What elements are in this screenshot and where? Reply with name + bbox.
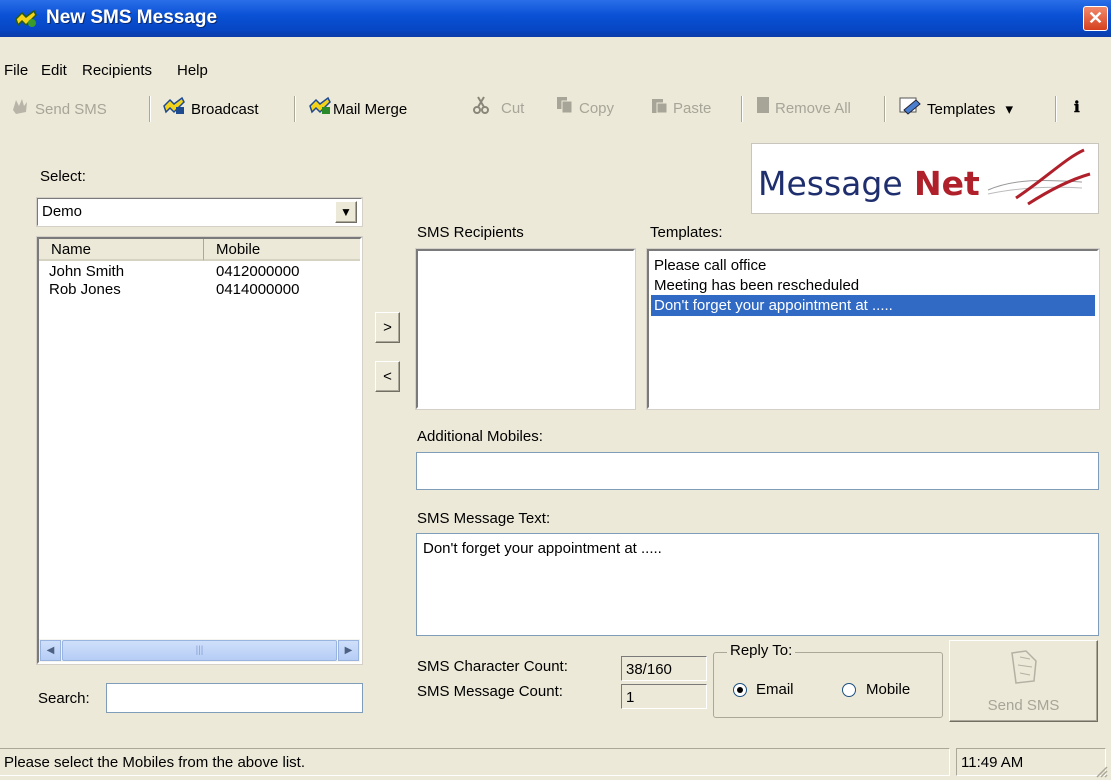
horizontal-scrollbar[interactable]: ◀ ||| ▶ (39, 639, 360, 662)
logo-text-message: Message (758, 164, 903, 203)
toolbar-templates-button[interactable]: Templates ▾ (898, 96, 1013, 120)
toolbar-separator (149, 96, 151, 122)
info-icon: ℹ (1074, 99, 1080, 116)
toolbar-remove-all-button[interactable]: Remove All (756, 96, 851, 120)
mail-merge-icon (308, 96, 332, 124)
message-text-area[interactable]: Don't forget your appointment at ..... (416, 533, 1099, 636)
menu-bar (0, 58, 1111, 84)
message-count-label: SMS Message Count: (417, 683, 563, 700)
additional-mobiles-label: Additional Mobiles: (417, 428, 543, 445)
char-count-label: SMS Character Count: (417, 658, 568, 675)
send-sms-button[interactable]: Send SMS (949, 640, 1098, 722)
contact-name: Rob Jones (49, 281, 121, 298)
template-item[interactable]: Please call office (651, 255, 1095, 276)
template-item[interactable]: Meeting has been rescheduled (651, 275, 1095, 296)
toolbar-paste-label: Paste (673, 99, 712, 117)
contact-mobile: 0412000000 (216, 263, 300, 280)
reply-email-radio[interactable] (733, 683, 747, 697)
add-recipient-button[interactable]: > (375, 312, 400, 343)
search-input[interactable] (106, 683, 363, 713)
table-row[interactable]: Rob Jones 0414000000 (39, 281, 360, 299)
templates-label: Templates: (650, 224, 723, 241)
contact-name: John Smith (49, 263, 125, 280)
templates-list[interactable]: Please call office Meeting has been resc… (646, 248, 1100, 410)
reply-mobile-label[interactable]: Mobile (866, 681, 910, 698)
paste-icon (650, 96, 668, 122)
scroll-thumb[interactable]: ||| (62, 640, 337, 661)
app-icon (14, 9, 38, 33)
copy-icon (556, 96, 574, 122)
dropdown-arrow-icon[interactable]: ▼ (335, 201, 357, 223)
toolbar-mail-merge-label: Mail Merge (333, 100, 408, 118)
table-row[interactable]: John Smith 0412000000 (39, 263, 360, 281)
status-time: 11:49 AM (956, 748, 1106, 776)
contact-mobile: 0414000000 (216, 281, 300, 298)
scissors-icon (473, 96, 489, 122)
broadcast-icon (162, 96, 186, 124)
search-label: Search: (38, 690, 90, 707)
toolbar-mail-merge-button[interactable]: Mail Merge (308, 96, 407, 120)
messagenet-logo: Message Net (751, 143, 1099, 214)
message-count-value: 1 (621, 684, 707, 709)
logo-swoosh-icon (987, 148, 1091, 206)
scroll-right-icon[interactable]: ▶ (338, 640, 359, 661)
document-icon (756, 96, 770, 122)
resize-grip-icon[interactable] (1094, 764, 1108, 778)
char-count-value: 38/160 (621, 656, 707, 681)
scroll-left-icon[interactable]: ◀ (40, 640, 61, 661)
toolbar-cut-button[interactable]: Cut (473, 96, 524, 120)
close-button[interactable]: ✕ (1083, 6, 1108, 31)
group-select-dropdown[interactable]: Demo ▼ (36, 197, 363, 227)
reply-email-label[interactable]: Email (756, 681, 794, 698)
help-about-button[interactable]: ℹ (1074, 96, 1080, 120)
logo-text-net: Net (914, 164, 980, 203)
toolbar-separator (741, 96, 743, 122)
column-header-name[interactable]: Name (39, 239, 204, 261)
toolbar-copy-label: Copy (579, 99, 615, 117)
reply-mobile-radio[interactable] (842, 683, 856, 697)
column-header-mobile[interactable]: Mobile (204, 239, 360, 261)
window-title: New SMS Message (46, 7, 218, 28)
send-sms-label: Send SMS (987, 697, 1060, 714)
recipients-list[interactable] (415, 248, 636, 410)
menu-help[interactable]: Help (177, 62, 208, 79)
message-text-label: SMS Message Text: (417, 510, 551, 527)
toolbar-remove-all-label: Remove All (775, 99, 851, 117)
template-item-selected[interactable]: Don't forget your appointment at ..... (650, 294, 1096, 317)
toolbar-broadcast-label: Broadcast (191, 100, 259, 118)
toolbar-copy-button[interactable]: Copy (556, 96, 614, 120)
remove-recipient-button[interactable]: < (375, 361, 400, 392)
toolbar-paste-button[interactable]: Paste (650, 96, 711, 120)
menu-recipients[interactable]: Recipients (82, 62, 152, 79)
select-label: Select: (40, 168, 86, 185)
toolbar-separator (1055, 96, 1057, 122)
additional-mobiles-input[interactable] (416, 452, 1099, 490)
menu-edit[interactable]: Edit (41, 62, 67, 79)
toolbar-separator (884, 96, 886, 122)
toolbar-send-sms-label: Send SMS (35, 100, 107, 118)
menu-file[interactable]: File (4, 62, 28, 79)
group-select-value: Demo (42, 203, 83, 220)
recipients-label: SMS Recipients (417, 224, 524, 241)
status-text: Please select the Mobiles from the above… (0, 748, 950, 776)
reply-to-legend: Reply To: (727, 642, 796, 659)
templates-icon (898, 96, 922, 124)
contacts-list[interactable]: Name Mobile John Smith 0412000000 Rob Jo… (36, 236, 363, 665)
send-sms-icon (1006, 647, 1046, 691)
toolbar-templates-label: Templates (927, 100, 996, 118)
toolbar-broadcast-button[interactable]: Broadcast (162, 96, 259, 120)
toolbar-separator (294, 96, 296, 122)
chevron-down-icon: ▾ (1005, 100, 1014, 118)
title-bar[interactable]: New SMS Message ✕ (0, 0, 1111, 37)
toolbar-cut-label: Cut (501, 99, 525, 117)
hand-icon (10, 96, 30, 124)
toolbar-send-sms-button[interactable]: Send SMS (10, 96, 107, 120)
